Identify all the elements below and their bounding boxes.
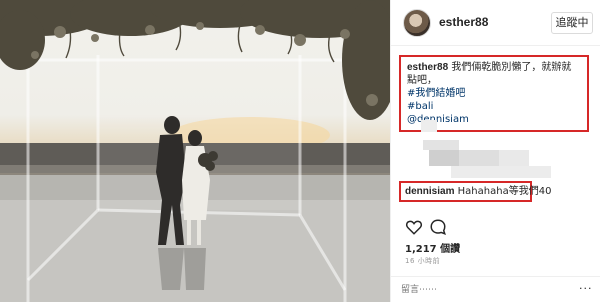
post-side-panel: esther88 追蹤中 esther88 我們倆乾脆別懶了，就辦就點吧， #我… — [390, 0, 600, 302]
more-options-icon[interactable]: ··· — [579, 282, 593, 295]
comment-icon[interactable] — [429, 218, 447, 236]
avatar[interactable] — [403, 9, 431, 37]
following-button[interactable]: 追蹤中 — [551, 12, 593, 34]
post-header: esther88 追蹤中 — [391, 0, 600, 46]
comment-highlight-box: dennisiam Hahahaha等我們40 — [399, 181, 551, 202]
comment-input[interactable] — [401, 282, 571, 298]
comment-text: Hahahaha等我們40 — [457, 186, 552, 197]
caption-username[interactable]: esther88 — [407, 62, 448, 73]
hashtag-link[interactable]: #我們結婚吧 — [407, 87, 581, 100]
post-timestamp: 16 小時前 — [405, 257, 441, 265]
post-photo[interactable] — [0, 0, 390, 302]
wedding-photo-illustration — [0, 0, 390, 302]
heart-icon[interactable] — [405, 218, 423, 236]
hashtag-link[interactable]: #bali — [407, 100, 581, 113]
post-username[interactable]: esther88 — [439, 15, 488, 29]
comment-input-row: ··· — [391, 276, 600, 302]
comment-username[interactable]: dennisiam — [405, 186, 454, 197]
likes-count[interactable]: 1,217 個讚 — [405, 240, 460, 255]
